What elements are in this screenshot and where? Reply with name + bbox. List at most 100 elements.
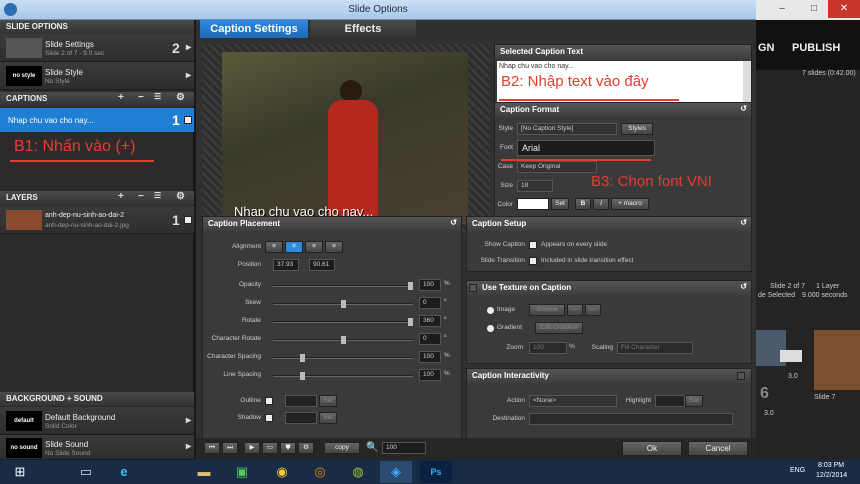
- align-left-button[interactable]: ≡: [265, 241, 283, 253]
- slider-handle[interactable]: [340, 300, 346, 308]
- image-preview-button[interactable]: ▭: [585, 304, 601, 316]
- zoom-input[interactable]: 100: [382, 442, 426, 454]
- chevron-right-icon[interactable]: ▸: [186, 441, 191, 452]
- chevron-right-icon[interactable]: ▸: [186, 415, 191, 426]
- scrollbar[interactable]: [743, 61, 751, 105]
- maximize-icon[interactable]: □: [802, 0, 826, 18]
- styles-button[interactable]: Styles: [621, 123, 653, 135]
- skip-back-icon[interactable]: ⏮: [204, 442, 220, 454]
- action-select[interactable]: <None>: [529, 395, 617, 407]
- highlight-set-button[interactable]: Set: [685, 395, 703, 407]
- reset-icon[interactable]: ↺: [740, 218, 747, 227]
- outline-checkbox[interactable]: [265, 397, 273, 405]
- reset-icon[interactable]: ↺: [740, 104, 747, 113]
- position-y[interactable]: 90.61: [309, 259, 335, 271]
- remove-layer-button[interactable]: −: [138, 191, 144, 202]
- firefox-icon[interactable]: ◎: [304, 461, 336, 483]
- size-select[interactable]: 18: [517, 180, 553, 192]
- slide-settings-row[interactable]: Slide Settings Slide 2 of 7 - 9.0 sec 2 …: [0, 34, 194, 62]
- shield-icon[interactable]: ⛊: [280, 442, 296, 454]
- caption-menu-icon[interactable]: ☰: [154, 92, 161, 101]
- start-icon[interactable]: ⊞: [4, 461, 36, 483]
- cancel-button[interactable]: Cancel: [688, 441, 748, 456]
- slider-track[interactable]: [273, 300, 413, 308]
- transition-checkbox[interactable]: [529, 257, 537, 265]
- caption-item[interactable]: Nhap chu vao cho nay... 1: [0, 108, 194, 132]
- tab-effects[interactable]: Effects: [310, 20, 416, 38]
- slide-style-row[interactable]: no style Slide Style No Style ▸: [0, 62, 194, 90]
- clear-image-button[interactable]: —: [567, 304, 583, 316]
- shadow-checkbox[interactable]: [265, 414, 273, 422]
- outline-set-button[interactable]: Set: [319, 395, 337, 407]
- language-indicator[interactable]: ENG: [790, 467, 805, 474]
- slider-value[interactable]: 0: [419, 333, 441, 345]
- slider-value[interactable]: 100: [419, 351, 441, 363]
- layer-menu-icon[interactable]: ☰: [154, 191, 161, 200]
- slider-track[interactable]: [273, 354, 413, 362]
- align-center-button[interactable]: ≡: [285, 241, 303, 253]
- interactivity-checkbox[interactable]: [737, 372, 745, 380]
- align-justify-button[interactable]: ≡: [325, 241, 343, 253]
- slider-handle[interactable]: [408, 282, 413, 290]
- bold-button[interactable]: B: [575, 198, 591, 210]
- slider-value[interactable]: 100: [419, 279, 441, 291]
- case-select[interactable]: Keep Original: [517, 161, 597, 173]
- background-row[interactable]: default Default Background Solid Color ▸: [0, 407, 194, 435]
- color-set-button[interactable]: Set: [551, 198, 569, 210]
- image-radio[interactable]: [487, 307, 494, 314]
- macro-button[interactable]: + macro: [611, 198, 649, 210]
- minimize-icon[interactable]: –: [770, 0, 794, 18]
- skip-forward-icon[interactable]: ⏭: [222, 442, 238, 454]
- add-layer-button[interactable]: +: [118, 191, 124, 202]
- slider-value[interactable]: 0: [419, 297, 441, 309]
- clock-date[interactable]: 12/2/2014: [816, 472, 847, 479]
- explorer-icon[interactable]: ▭: [70, 461, 102, 483]
- reset-icon[interactable]: ↺: [450, 218, 457, 227]
- slider-handle[interactable]: [340, 336, 346, 344]
- scaling-select[interactable]: Fill Character: [617, 342, 693, 354]
- zoom-field[interactable]: 100: [529, 342, 567, 354]
- chrome-icon[interactable]: ◉: [266, 461, 298, 483]
- gear-icon[interactable]: ⚙: [298, 442, 314, 454]
- texture-checkbox[interactable]: [469, 284, 477, 292]
- font-select[interactable]: Arial: [517, 140, 655, 156]
- tab-caption-settings[interactable]: Caption Settings: [200, 20, 308, 38]
- photoshop-icon[interactable]: Ps: [420, 461, 452, 483]
- slider-handle[interactable]: [300, 372, 305, 380]
- ie-icon[interactable]: e: [108, 461, 140, 483]
- remove-caption-button[interactable]: −: [138, 92, 144, 103]
- layer-item-checkbox[interactable]: [184, 216, 192, 224]
- browse-button[interactable]: browse: [529, 304, 565, 316]
- copy-button[interactable]: copy: [324, 442, 360, 454]
- shadow-color[interactable]: [285, 412, 317, 424]
- slider-handle[interactable]: [300, 354, 305, 362]
- style-select[interactable]: [No Caption Style]: [517, 123, 617, 135]
- app-icon[interactable]: ◍: [342, 461, 374, 483]
- outline-color[interactable]: [285, 395, 317, 407]
- sound-row[interactable]: no sound Slide Sound No Slide Sound ▸: [0, 435, 194, 460]
- color-swatch[interactable]: [517, 198, 549, 210]
- slide-thumb-7[interactable]: [814, 330, 860, 390]
- publish-button[interactable]: PUBLISH: [792, 42, 840, 54]
- slider-handle[interactable]: [408, 318, 413, 326]
- caption-item-checkbox[interactable]: [184, 116, 192, 124]
- italic-button[interactable]: I: [593, 198, 609, 210]
- edit-gradient-button[interactable]: Edit Gradient: [535, 322, 583, 334]
- close-icon[interactable]: ✕: [828, 0, 860, 18]
- align-right-button[interactable]: ≡: [305, 241, 323, 253]
- gear-icon[interactable]: ⚙: [176, 92, 185, 103]
- slider-track[interactable]: [273, 372, 413, 380]
- monitor-icon[interactable]: ▭: [262, 442, 278, 454]
- position-x[interactable]: 37.93: [273, 259, 299, 271]
- gradient-radio[interactable]: [487, 325, 494, 332]
- chevron-right-icon[interactable]: ▸: [186, 42, 191, 53]
- destination-field[interactable]: [529, 413, 733, 425]
- gear-icon[interactable]: ⚙: [176, 191, 185, 202]
- add-caption-button[interactable]: +: [118, 92, 124, 103]
- clock-time[interactable]: 8:03 PM: [818, 462, 844, 469]
- slider-track[interactable]: [273, 318, 413, 326]
- slider-track[interactable]: [273, 336, 413, 344]
- folder-icon[interactable]: ▬: [188, 461, 220, 483]
- show-caption-checkbox[interactable]: [529, 241, 537, 249]
- slider-value[interactable]: 100: [419, 369, 441, 381]
